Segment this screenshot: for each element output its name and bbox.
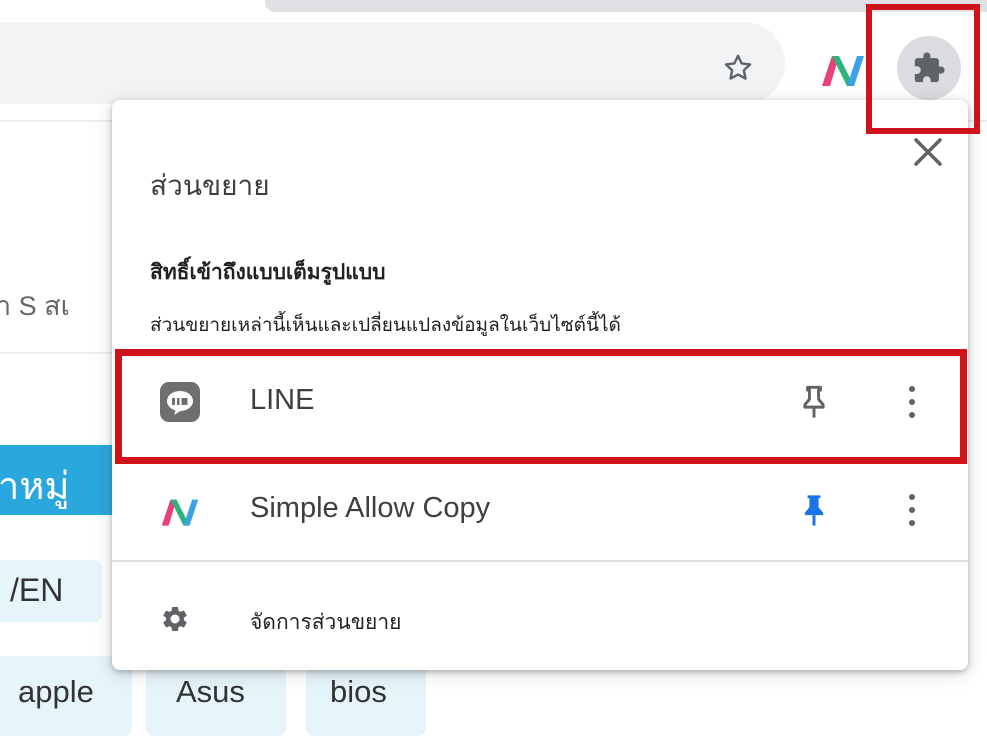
tag-chip-label: /EN xyxy=(10,572,64,608)
page-divider-mid xyxy=(0,352,120,354)
tag-chip-label: apple xyxy=(18,674,94,709)
pin-outline-icon xyxy=(803,385,825,418)
pin-button-simple-allow-copy[interactable] xyxy=(792,488,836,532)
extensions-button[interactable] xyxy=(897,36,961,100)
background-text-fragment: า S สเ xyxy=(0,291,70,321)
manage-extensions-button[interactable]: จัดการส่วนขยาย xyxy=(112,570,968,666)
close-button[interactable] xyxy=(908,134,948,168)
section-heading: สิทธิ์เข้าถึงแบบเต็มรูปแบบ xyxy=(150,260,386,284)
extension-name: Simple Allow Copy xyxy=(250,492,491,524)
tag-chip[interactable]: apple xyxy=(0,656,132,736)
star-outline-icon xyxy=(724,54,752,80)
close-icon xyxy=(914,138,942,166)
extensions-menu: ส่วนขยาย สิทธิ์เข้าถึงแบบเต็มรูปแบบ ส่วน… xyxy=(112,100,968,670)
menu-divider xyxy=(112,560,968,562)
bookmark-star-button[interactable] xyxy=(710,40,766,96)
extension-row-line[interactable]: LINE xyxy=(112,352,968,452)
section-description: ส่วนขยายเหล่านี้เห็นและเปลี่ยนแปลงข้อมูล… xyxy=(150,314,621,336)
simple-allow-copy-toolbar-button[interactable] xyxy=(813,40,873,96)
gear-icon xyxy=(163,606,187,631)
simple-allow-copy-logo xyxy=(822,56,864,86)
category-banner: าหมู่ xyxy=(0,445,122,515)
puzzle-icon xyxy=(914,52,945,83)
address-bar[interactable] xyxy=(0,22,785,104)
manage-extensions-label: จัดการส่วนขยาย xyxy=(250,610,402,634)
pin-filled-icon xyxy=(804,495,824,526)
tab-strip xyxy=(265,0,987,12)
more-options-button-line[interactable] xyxy=(892,376,932,428)
category-banner-text: าหมู่ xyxy=(0,466,70,508)
line-app-icon xyxy=(160,382,200,422)
tag-chip-label: Asus xyxy=(176,674,245,709)
popup-title: ส่วนขยาย xyxy=(150,169,270,202)
simple-allow-copy-logo xyxy=(161,499,199,526)
extension-name: LINE xyxy=(250,384,315,416)
tag-chip-label: bios xyxy=(330,674,387,709)
more-options-button-simple-allow-copy[interactable] xyxy=(892,484,932,536)
tag-chip[interactable]: /EN xyxy=(0,560,102,622)
extension-row-simple-allow-copy[interactable]: Simple Allow Copy xyxy=(112,460,968,560)
pin-button-line[interactable] xyxy=(792,380,836,424)
